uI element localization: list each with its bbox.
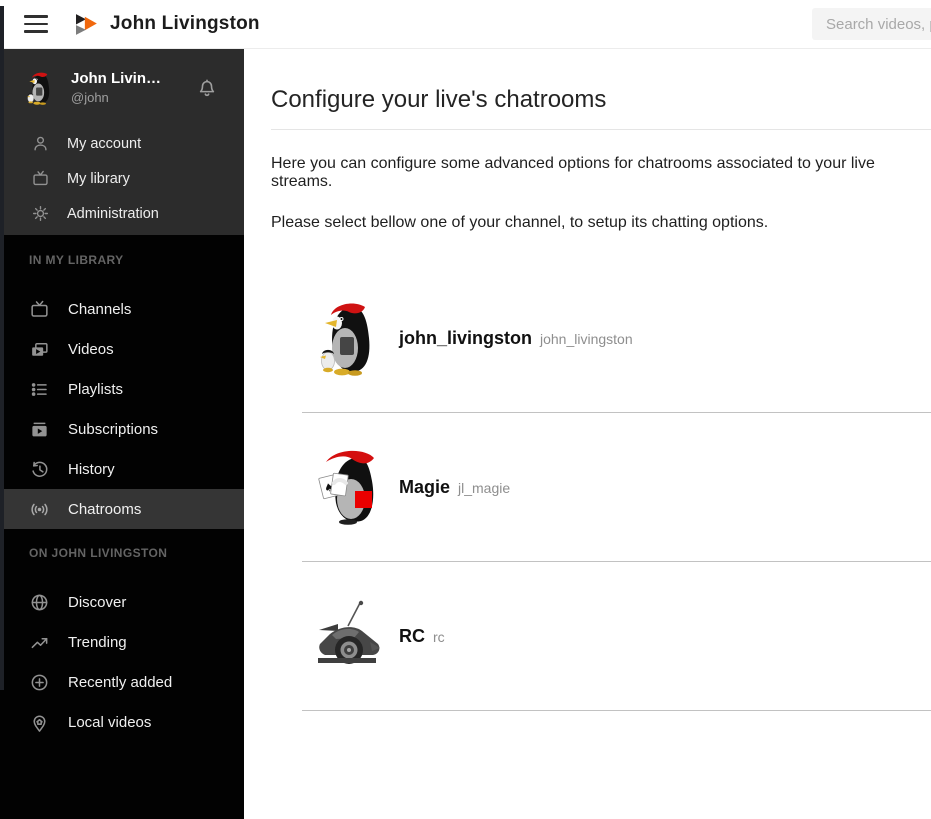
intro-text: Here you can configure some advanced opt… bbox=[271, 155, 875, 190]
sidebar-item-administration[interactable]: Administration bbox=[0, 196, 244, 231]
sidebar-item-label: History bbox=[68, 460, 115, 478]
videos-icon bbox=[29, 339, 50, 360]
sidebar-item-channels[interactable]: Channels bbox=[0, 289, 244, 329]
gear-icon bbox=[31, 204, 50, 223]
sidebar-item-videos[interactable]: Videos bbox=[0, 329, 244, 369]
sidebar-item-label: Subscriptions bbox=[68, 420, 159, 438]
sidebar-item-label: Local videos bbox=[68, 713, 152, 731]
page-title: Configure your live's chatrooms bbox=[271, 86, 607, 113]
channel-display-name: RC bbox=[399, 625, 425, 646]
sidebar-item-label: My library bbox=[67, 170, 130, 187]
sidebar-item-label: Administration bbox=[67, 205, 159, 222]
sidebar-item-label: Trending bbox=[68, 633, 127, 651]
channel-avatar-penguin-red-cap bbox=[317, 300, 385, 376]
section-in-my-library: IN MY LIBRARY Channels Videos Playlists … bbox=[0, 235, 244, 529]
sidebar-item-my-library[interactable]: My library bbox=[0, 161, 244, 196]
sidebar-item-label: Chatrooms bbox=[68, 500, 142, 518]
channel-avatar-rc-car bbox=[317, 598, 385, 674]
tv-icon bbox=[29, 299, 50, 320]
globe-icon bbox=[29, 592, 50, 613]
person-icon bbox=[31, 134, 50, 153]
select-hint-text: Please select bellow one of your channel… bbox=[271, 214, 769, 231]
broadcast-icon bbox=[29, 499, 50, 520]
section-title: IN MY LIBRARY bbox=[29, 253, 124, 267]
channel-avatar-penguin-magician-cards bbox=[317, 449, 385, 525]
sidebar-item-label: Playlists bbox=[68, 380, 124, 398]
playlist-icon bbox=[29, 379, 50, 400]
sidebar-item-subscriptions[interactable]: Subscriptions bbox=[0, 409, 244, 449]
instance-title[interactable]: John Livingston bbox=[110, 13, 260, 35]
sidebar-item-chatrooms[interactable]: Chatrooms bbox=[0, 489, 244, 529]
channel-row-rc[interactable]: RC rc bbox=[302, 562, 931, 711]
sidebar-item-recently-added[interactable]: Recently added bbox=[0, 662, 244, 702]
title-divider bbox=[271, 129, 931, 130]
menu-toggle-button[interactable] bbox=[24, 15, 48, 33]
notifications-bell-icon[interactable] bbox=[196, 77, 218, 99]
sidebar-item-label: Channels bbox=[68, 300, 132, 318]
channel-row-john-livingston[interactable]: john_livingston john_livingston bbox=[302, 264, 931, 413]
search-input[interactable] bbox=[812, 8, 931, 40]
menu-scrollbar[interactable] bbox=[0, 6, 4, 690]
trending-icon bbox=[29, 632, 50, 653]
plus-circle-icon bbox=[29, 672, 50, 693]
history-icon bbox=[29, 459, 50, 480]
user-menu-block: John Livingston @john My account bbox=[0, 48, 244, 235]
sidebar-item-history[interactable]: History bbox=[0, 449, 244, 489]
sidebar-item-label: Discover bbox=[68, 593, 127, 611]
home-pin-icon bbox=[29, 712, 50, 733]
channel-handle: jl_magie bbox=[458, 479, 511, 496]
user-display-name: John Livingston bbox=[71, 71, 169, 88]
tv-icon bbox=[31, 169, 50, 188]
main-menu: John Livingston @john My account bbox=[0, 48, 244, 819]
user-avatar bbox=[24, 71, 58, 105]
top-header: John Livingston bbox=[0, 0, 931, 49]
sidebar-item-my-account[interactable]: My account bbox=[0, 126, 244, 161]
sidebar-item-label: Recently added bbox=[68, 673, 173, 691]
channels-list: john_livingston john_livingston Magie jl… bbox=[302, 264, 931, 711]
channel-handle: john_livingston bbox=[540, 330, 633, 347]
logged-user-row[interactable]: John Livingston @john bbox=[0, 48, 244, 126]
subscriptions-icon bbox=[29, 419, 50, 440]
channel-display-name: Magie bbox=[399, 476, 451, 497]
sidebar-item-playlists[interactable]: Playlists bbox=[0, 369, 244, 409]
sidebar-item-label: My account bbox=[67, 135, 142, 152]
sidebar-item-discover[interactable]: Discover bbox=[0, 582, 244, 622]
section-on-instance: ON JOHN LIVINGSTON Discover Trending Rec… bbox=[0, 529, 244, 742]
sidebar-item-label: Videos bbox=[68, 340, 114, 358]
user-handle: @john bbox=[71, 89, 109, 105]
channel-display-name: john_livingston bbox=[399, 327, 532, 348]
sidebar-item-trending[interactable]: Trending bbox=[0, 622, 244, 662]
section-title: ON JOHN LIVINGSTON bbox=[29, 546, 168, 560]
channel-row-magie[interactable]: Magie jl_magie bbox=[302, 413, 931, 562]
main-content: Configure your live's chatrooms Here you… bbox=[244, 48, 931, 819]
peertube-logo-icon[interactable] bbox=[76, 13, 101, 35]
channel-handle: rc bbox=[433, 628, 445, 645]
sidebar-item-local-videos[interactable]: Local videos bbox=[0, 702, 244, 742]
